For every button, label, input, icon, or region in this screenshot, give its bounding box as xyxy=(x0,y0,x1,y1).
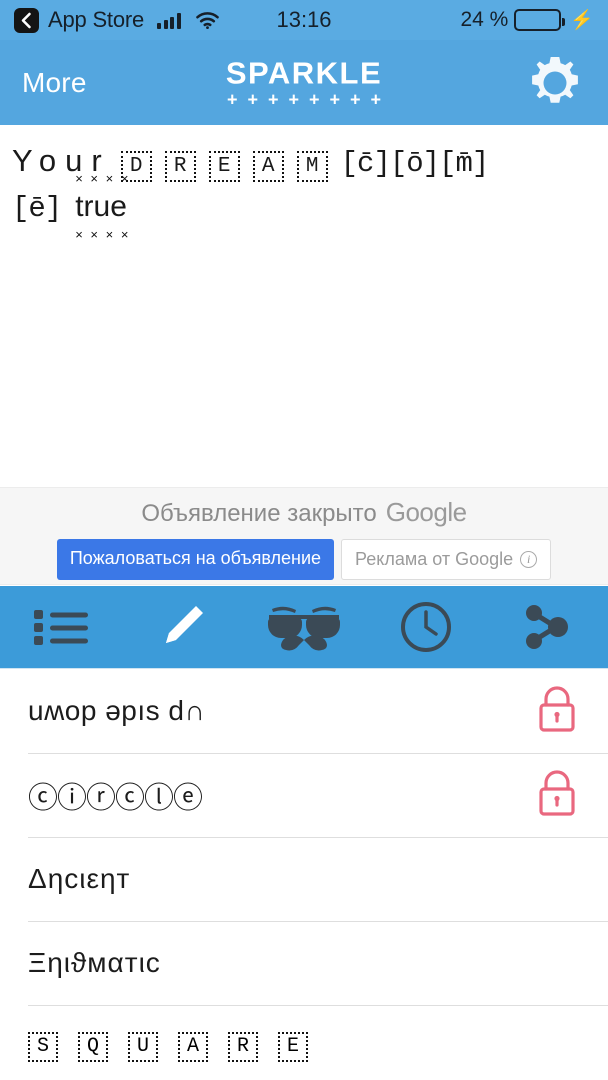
ad-closed-message: Объявление закрыто Google xyxy=(141,497,467,528)
battery-percent-label: 24 % xyxy=(460,8,509,31)
toolbar-item-share[interactable] xyxy=(486,586,608,668)
battery-icon xyxy=(514,9,566,31)
report-ad-button[interactable]: Пожаловаться на объявление xyxy=(56,539,335,580)
toolbar-item-pencil[interactable] xyxy=(122,586,244,668)
note-text-area[interactable]: Your D R E A M [c̄][ō][m̄] [ē] × × × × t… xyxy=(0,125,608,487)
boxed-letter: E xyxy=(278,1032,308,1062)
x-marks-bottom: × × × × xyxy=(75,226,131,242)
note-line-2: [ē] × × × × true × × × × xyxy=(12,171,596,242)
brand-plus-decoration: + + + + + + + + xyxy=(226,89,382,109)
toolbar-item-list[interactable] xyxy=(0,586,122,668)
x-marks-top: × × × × xyxy=(75,171,131,187)
boxed-letter: R xyxy=(228,1032,258,1062)
boxed-letter: R xyxy=(164,151,196,182)
list-item-label: uʍop ǝpıs d∩ xyxy=(28,695,206,726)
lightning-bolt-icon: ⚡ xyxy=(570,9,594,31)
ad-provider-label: Реклама от Google xyxy=(355,549,514,569)
toolbar-item-disguise[interactable] xyxy=(243,586,365,668)
chevron-left-icon[interactable] xyxy=(14,7,39,33)
list-item[interactable]: ⓒⓘⓡⓒⓛⓔ xyxy=(0,753,608,837)
list-item[interactable]: uʍop ǝpıs d∩ xyxy=(0,669,608,753)
list-item-label: Δηcιεηт xyxy=(28,863,131,894)
list-item[interactable]: Ξηιϑмαтιc xyxy=(0,921,608,1005)
boxed-letter: E xyxy=(208,151,240,182)
boxed-letter: S xyxy=(28,1032,58,1062)
bracketed-letters: [c̄][ō][m̄] xyxy=(340,147,490,180)
list-item[interactable]: Δηcιεηт xyxy=(0,837,608,921)
brand-logo: SPARKLE + + + + + + + + xyxy=(0,57,608,108)
lock-icon[interactable] xyxy=(534,767,580,824)
x-decorated-word: × × × × true × × × × xyxy=(75,171,128,242)
ad-button-row: Пожаловаться на объявление Реклама от Go… xyxy=(56,539,552,580)
status-bar: App Store 13:16 24 % ⚡ xyxy=(0,0,608,40)
list-item-label: ⓒⓘⓡⓒⓛⓔ xyxy=(28,782,203,815)
app-root: App Store 13:16 24 % ⚡ More SPARKLE + + … xyxy=(0,0,608,1080)
bracketed-letter-e: [ē] xyxy=(12,192,62,226)
toolbar-item-clock[interactable] xyxy=(365,586,487,668)
info-circle-icon[interactable]: i xyxy=(520,551,538,568)
list-item[interactable]: S Q U A R E xyxy=(0,1005,608,1080)
wifi-icon xyxy=(195,11,219,29)
ad-provider-button[interactable]: Реклама от Google i xyxy=(341,539,552,580)
ad-closed-text: Объявление закрыто xyxy=(141,500,377,527)
advertisement-banner: Объявление закрыто Google Пожаловаться н… xyxy=(0,487,608,585)
list-item-label: S Q U A R E xyxy=(28,1032,308,1062)
brand-title: SPARKLE xyxy=(225,55,383,90)
bottom-toolbar xyxy=(0,586,608,669)
status-bar-left: App Store xyxy=(14,7,219,33)
boxed-letter: Q xyxy=(78,1032,108,1062)
boxed-letter: A xyxy=(178,1032,208,1062)
boxed-letter: M xyxy=(296,151,328,182)
lock-icon[interactable] xyxy=(534,683,580,740)
note-word-true: true xyxy=(75,190,127,224)
app-header: More SPARKLE + + + + + + + + xyxy=(0,40,608,125)
style-list: uʍop ǝpıs d∩ ⓒⓘⓡⓒⓛⓔ Δηcιεηт Ξηιϑмαтιc S … xyxy=(0,669,608,1080)
boxed-letter: A xyxy=(252,151,284,182)
cellular-signal-icon xyxy=(157,12,181,29)
gear-icon[interactable] xyxy=(524,52,586,114)
google-wordmark: Google xyxy=(385,497,467,527)
status-bar-right: 24 % ⚡ xyxy=(460,8,594,32)
more-button[interactable]: More xyxy=(22,67,87,99)
boxed-letter: U xyxy=(128,1032,158,1062)
back-app-label[interactable]: App Store xyxy=(48,7,144,33)
list-item-label: Ξηιϑмαтιc xyxy=(28,947,161,978)
